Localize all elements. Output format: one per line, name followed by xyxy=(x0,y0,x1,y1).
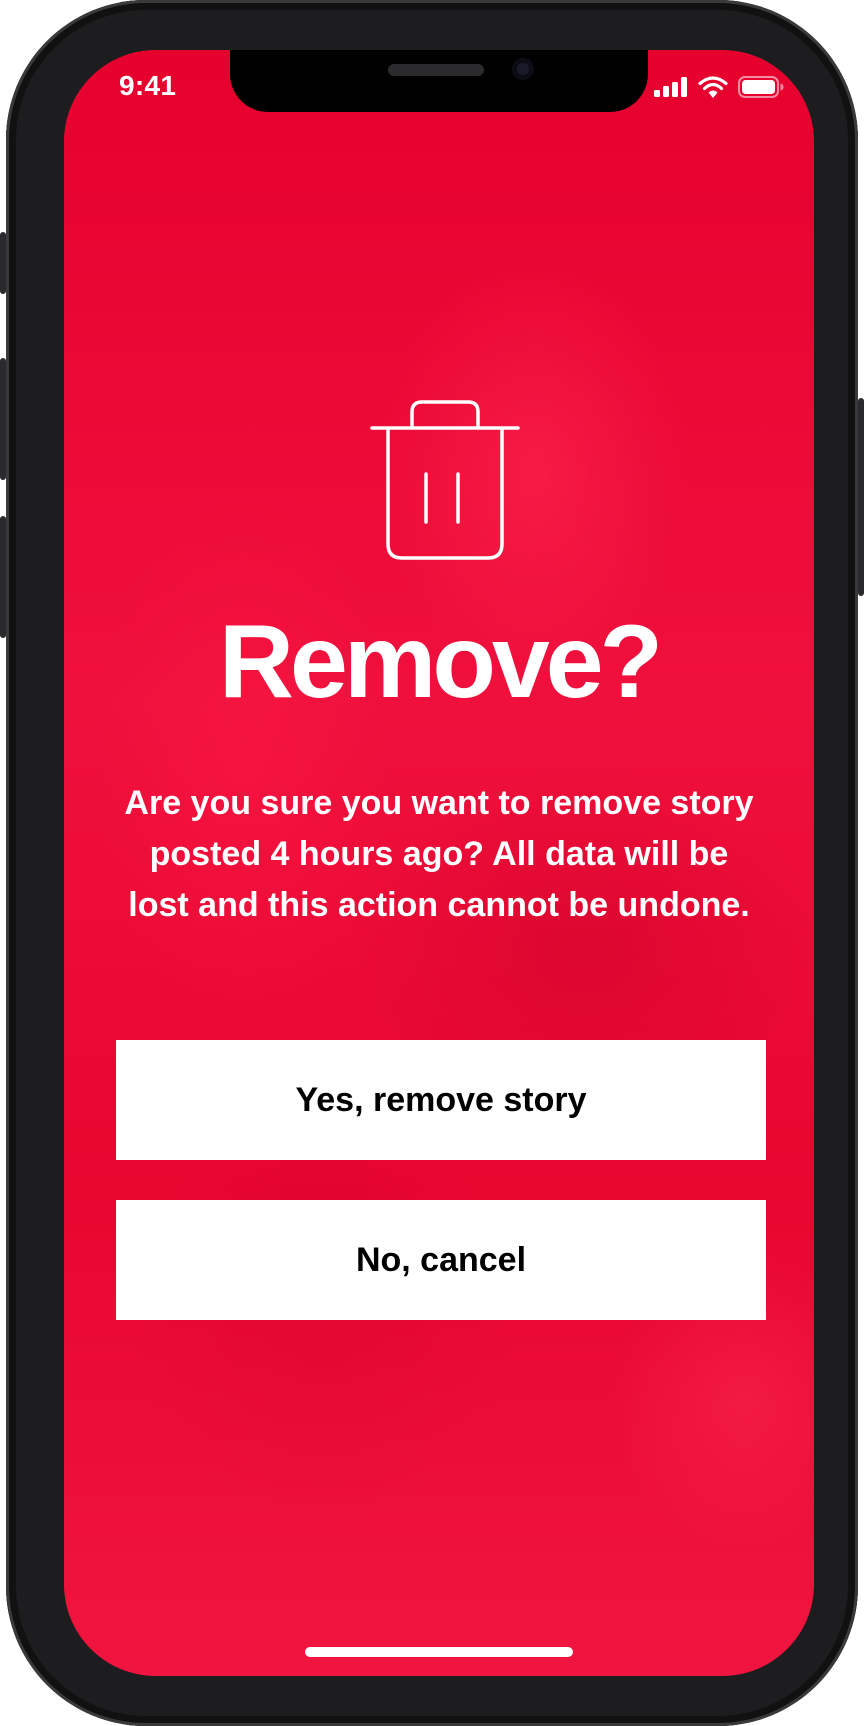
notch xyxy=(230,50,648,112)
front-camera xyxy=(512,58,534,80)
volume-down-button xyxy=(0,516,6,638)
cellular-signal-icon xyxy=(654,77,687,97)
wifi-icon xyxy=(698,76,728,98)
dialog-message: Are you sure you want to remove story po… xyxy=(124,784,754,924)
status-time: 9:41 xyxy=(119,70,177,101)
home-indicator[interactable] xyxy=(305,1647,573,1657)
silent-switch xyxy=(0,232,6,294)
remove-dialog: Remove? Are you sure you want to remove … xyxy=(64,50,814,1676)
status-icons xyxy=(654,76,784,98)
screen: Remove? Are you sure you want to remove … xyxy=(64,50,814,1676)
trash-icon xyxy=(370,400,520,560)
confirm-remove-button[interactable]: Yes, remove story xyxy=(116,1040,766,1160)
cancel-button[interactable]: No, cancel xyxy=(116,1200,766,1320)
dialog-title: Remove? xyxy=(218,604,663,720)
volume-up-button xyxy=(0,358,6,480)
battery-icon xyxy=(738,76,784,98)
phone-frame: Remove? Are you sure you want to remove … xyxy=(0,0,864,1726)
speaker-grille xyxy=(388,64,484,76)
power-button xyxy=(858,398,864,596)
